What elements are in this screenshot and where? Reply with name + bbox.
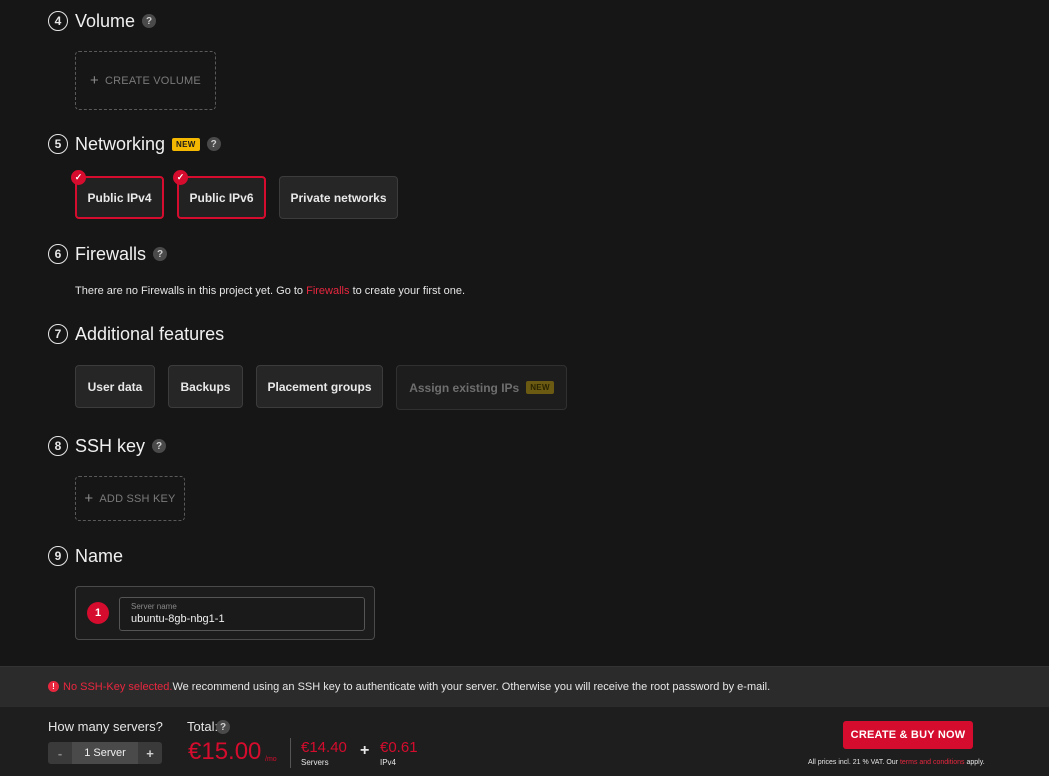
assign-existing-ips-option[interactable]: Assign existing IPs NEW (396, 365, 567, 410)
placement-groups-option[interactable]: Placement groups (256, 365, 383, 408)
terms-link[interactable]: terms and conditions (900, 759, 965, 766)
servers-count-label: How many servers? (48, 719, 163, 734)
ssh-warning-bar: ! No SSH-Key selected. We recommend usin… (0, 666, 1049, 706)
order-summary-bar: How many servers? - 1 Server + Total: ? … (0, 706, 1049, 776)
firewalls-text-before: There are no Firewalls in this project y… (75, 285, 307, 297)
help-icon[interactable]: ? (206, 137, 221, 151)
step-number: 4 (48, 11, 68, 31)
option-label: Assign existing IPs (409, 380, 520, 395)
option-label: Placement groups (267, 379, 372, 394)
step-number: 9 (48, 546, 68, 566)
server-name-label: Server name (131, 602, 177, 611)
step-number: 6 (48, 244, 68, 264)
price-divider (290, 738, 291, 768)
check-icon: ✓ (71, 170, 86, 185)
user-data-option[interactable]: User data (75, 365, 155, 408)
create-volume-label: CREATE VOLUME (105, 74, 201, 87)
decrement-button[interactable]: - (48, 742, 72, 764)
option-label: Public IPv6 (189, 190, 254, 205)
total-price: €15.00 (188, 738, 262, 765)
section-networking: 5 Networking NEW ? (48, 132, 221, 156)
step-number: 8 (48, 436, 68, 456)
plus-sign: + (360, 742, 370, 759)
section-ssh-key: 8 SSH key ? (48, 434, 167, 458)
plus-icon: + (90, 72, 100, 89)
check-icon: ✓ (173, 170, 188, 185)
vat-text-after: apply. (964, 759, 985, 766)
add-ssh-key-label: ADD SSH KEY (99, 492, 176, 505)
step-number: 7 (48, 324, 68, 344)
plus-icon: + (84, 490, 94, 507)
new-badge: NEW (172, 137, 200, 151)
section-firewalls: 6 Firewalls ? (48, 242, 168, 266)
vat-text-before: All prices incl. 21 % VAT. Our (808, 759, 900, 766)
help-icon[interactable]: ? (152, 439, 167, 453)
ipv4-price: €0.61 (380, 739, 418, 756)
server-name-card: 1 Server name ubuntu-8gb-nbg1-1 (75, 586, 375, 640)
section-title: Networking (75, 133, 166, 154)
option-label: Backups (180, 379, 231, 394)
section-title: Firewalls (75, 243, 147, 264)
add-ssh-key-button[interactable]: + ADD SSH KEY (75, 476, 185, 521)
help-icon[interactable]: ? (142, 14, 157, 28)
server-name-input[interactable]: Server name ubuntu-8gb-nbg1-1 (119, 597, 365, 631)
private-networks-option[interactable]: Private networks (279, 176, 398, 219)
step-number: 5 (48, 134, 68, 154)
warning-icon: ! (48, 681, 59, 692)
backups-option[interactable]: Backups (168, 365, 243, 408)
server-count-value: 1 Server (72, 742, 138, 764)
server-index-badge: 1 (87, 602, 109, 624)
warning-highlight: No SSH-Key selected. (63, 680, 173, 693)
firewalls-empty-text: There are no Firewalls in this project y… (75, 285, 465, 297)
public-ipv6-option[interactable]: ✓ Public IPv6 (173, 170, 266, 219)
section-title: Additional features (75, 323, 225, 344)
option-label: Public IPv4 (87, 190, 152, 205)
help-icon[interactable]: ? (216, 720, 230, 734)
firewalls-text-after: to create your first one. (349, 285, 466, 297)
section-name: 9 Name (48, 544, 123, 568)
warning-text: We recommend using an SSH key to authent… (172, 680, 771, 693)
create-buy-button[interactable]: CREATE & BUY NOW (843, 721, 973, 749)
vat-note: All prices incl. 21 % VAT. Our terms and… (808, 759, 985, 766)
section-title: Volume (75, 10, 136, 31)
help-icon[interactable]: ? (153, 247, 168, 261)
servers-caption: Servers (301, 758, 329, 767)
section-volume: 4 Volume ? (48, 9, 157, 33)
option-label: Private networks (290, 190, 387, 205)
server-count-stepper: - 1 Server + (48, 742, 162, 764)
section-additional-features: 7 Additional features (48, 322, 224, 346)
section-title: Name (75, 545, 124, 566)
public-ipv4-option[interactable]: ✓ Public IPv4 (71, 170, 164, 219)
ipv4-caption: IPv4 (380, 758, 397, 767)
section-title: SSH key (75, 435, 146, 456)
servers-price: €14.40 (301, 739, 347, 756)
create-volume-button[interactable]: + CREATE VOLUME (75, 51, 216, 110)
server-name-value[interactable]: ubuntu-8gb-nbg1-1 (131, 613, 225, 625)
increment-button[interactable]: + (138, 742, 162, 764)
new-badge: NEW (526, 381, 554, 394)
total-label: Total: (187, 719, 219, 734)
total-unit: /mo (265, 756, 277, 763)
firewalls-link[interactable]: Firewalls (306, 285, 349, 297)
option-label: User data (87, 379, 143, 394)
